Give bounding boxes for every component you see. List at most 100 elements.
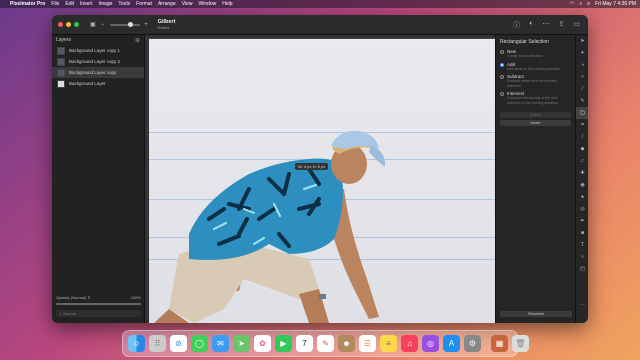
- system-preferences-icon[interactable]: ⚙: [464, 335, 481, 352]
- zoom-tool-icon[interactable]: ⌕: [576, 251, 588, 263]
- menu-file[interactable]: File: [51, 1, 59, 7]
- radio-new[interactable]: [500, 50, 504, 54]
- launchpad-icon[interactable]: ⠿: [149, 335, 166, 352]
- dock: ☺ ⠿ ⊘ ◯ ✉ ➤ ✿ ▶ 7 ✎ ☻ ☰ ≡ ♫ ◎ A ⚙ ▦ 🗑: [122, 330, 529, 357]
- menu-window[interactable]: Window: [198, 1, 216, 7]
- tool-title: Rectangular Selection: [500, 39, 549, 45]
- wifi-icon[interactable]: ◠: [570, 1, 574, 7]
- ml-enhance-icon[interactable]: ◐: [529, 20, 533, 30]
- photos-icon[interactable]: ✿: [254, 335, 271, 352]
- notes-icon[interactable]: ≡: [380, 335, 397, 352]
- fill-tool-icon[interactable]: ◆: [576, 143, 588, 155]
- selection-mode-intersect[interactable]: Intersect Constrain the bounds of the new…: [500, 91, 571, 105]
- music-icon[interactable]: ♫: [401, 335, 418, 352]
- finder-icon[interactable]: ☺: [128, 335, 145, 352]
- menu-format[interactable]: Format: [136, 1, 152, 7]
- menu-insert[interactable]: Insert: [80, 1, 93, 7]
- color-adjust-icon[interactable]: ◑: [576, 59, 588, 71]
- share-icon[interactable]: ⇪: [559, 20, 565, 30]
- menu-app-name[interactable]: Pixelmator Pro: [10, 1, 45, 7]
- messages-icon[interactable]: ◯: [191, 335, 208, 352]
- layer-item[interactable]: Background Layer copy 1: [52, 45, 144, 56]
- brush-tool-icon[interactable]: /: [576, 131, 588, 143]
- zoom-out-icon[interactable]: −: [101, 22, 105, 28]
- selection-mode-subtract[interactable]: Subtract Subtract areas from the existing…: [500, 74, 571, 88]
- invert-button[interactable]: Invert: [500, 120, 571, 126]
- slice-tool-icon[interactable]: ◰: [576, 263, 588, 275]
- tool-options-panel: Rectangular Selection New Create a new se…: [495, 35, 575, 323]
- layer-thumbnail: [57, 46, 65, 55]
- safari-icon[interactable]: ⊘: [170, 335, 187, 352]
- canvas-area[interactable]: W: 4 px H: 0 px: [145, 35, 495, 323]
- search-icon[interactable]: ⌕: [579, 1, 582, 7]
- selection-mode-add[interactable]: Add Add areas to the existing selection: [500, 62, 571, 72]
- trash-icon[interactable]: 🗑: [512, 335, 529, 352]
- sharpen-tool-icon[interactable]: ◎: [576, 203, 588, 215]
- app-store-icon[interactable]: A: [443, 335, 460, 352]
- layers-search-input[interactable]: ⌕ Search: [56, 310, 141, 317]
- rectangular-select-icon[interactable]: ▢: [576, 107, 588, 119]
- type-tool-icon[interactable]: T: [576, 239, 588, 251]
- clone-tool-icon[interactable]: ◉: [576, 179, 588, 191]
- crop-tool-icon[interactable]: ⌗: [576, 119, 588, 131]
- menu-image[interactable]: Image: [99, 1, 113, 7]
- eraser-tool-icon[interactable]: ▱: [576, 155, 588, 167]
- paint-tool-icon[interactable]: ✎: [576, 95, 588, 107]
- zoom-slider[interactable]: [110, 21, 141, 27]
- layers-title: Layers: [56, 37, 72, 43]
- minimize-button[interactable]: [66, 22, 71, 27]
- contacts-icon[interactable]: ☻: [338, 335, 355, 352]
- menu-view[interactable]: View: [182, 1, 193, 7]
- export-icon[interactable]: ▭: [573, 20, 580, 30]
- retouch-tool-icon[interactable]: ✚: [576, 167, 588, 179]
- add-layer-icon[interactable]: ⊕: [135, 37, 140, 44]
- eyedropper-icon[interactable]: ⁄: [576, 83, 588, 95]
- downloads-folder-icon[interactable]: ▦: [491, 335, 508, 352]
- document-name: Gilbert: [157, 18, 176, 25]
- calendar-icon[interactable]: 7: [296, 335, 313, 352]
- opacity-value[interactable]: 100%: [131, 295, 141, 300]
- radio-add[interactable]: [500, 62, 504, 67]
- selection-mode-new[interactable]: New Create a new selection: [500, 49, 571, 59]
- arrange-tool-icon[interactable]: ➤: [576, 35, 588, 47]
- reminders-icon[interactable]: ☰: [359, 335, 376, 352]
- menu-edit[interactable]: Edit: [65, 1, 74, 7]
- more-tools-icon[interactable]: ⋯: [576, 299, 588, 311]
- document-state: Edited: [157, 24, 170, 30]
- layers-header: Layers ⊕: [52, 35, 144, 45]
- radio-subtract[interactable]: [500, 75, 504, 79]
- blend-mode-select[interactable]: Opacity (Normal) ⇕: [56, 295, 91, 300]
- pen-tool-icon[interactable]: ✒: [576, 215, 588, 227]
- document-title: Gilbert Edited: [158, 19, 176, 31]
- close-button[interactable]: [58, 22, 63, 27]
- zoom-button[interactable]: [74, 22, 79, 27]
- clock[interactable]: Fri May 7 4:36 PM: [595, 1, 636, 7]
- opacity-slider[interactable]: [56, 303, 141, 305]
- pixelmator-pro-icon[interactable]: ✎: [317, 335, 334, 352]
- podcasts-icon[interactable]: ◎: [422, 335, 439, 352]
- style-tool-icon[interactable]: ✦: [576, 47, 588, 59]
- layer-item[interactable]: Background Layer copy 2: [52, 56, 144, 67]
- control-center-icon[interactable]: ≡: [587, 1, 590, 7]
- maps-icon[interactable]: ➤: [233, 335, 250, 352]
- zoom-in-icon[interactable]: +: [144, 22, 148, 28]
- radio-intersect[interactable]: [500, 92, 504, 96]
- menu-tools[interactable]: Tools: [118, 1, 130, 7]
- sidebar-toggle-icon[interactable]: ▣: [90, 21, 96, 28]
- mail-icon[interactable]: ✉: [212, 335, 229, 352]
- title-bar: ▣ − + Gilbert Edited ⓘ ◐ ⋯ ⇪ ▭: [52, 15, 588, 35]
- blur-tool-icon[interactable]: ●: [576, 191, 588, 203]
- effects-tool-icon[interactable]: ✧: [576, 71, 588, 83]
- shape-tool-icon[interactable]: ■: [576, 227, 588, 239]
- reselect-button[interactable]: Reselect: [500, 311, 572, 317]
- menu-arrange[interactable]: Arrange: [158, 1, 176, 7]
- info-icon[interactable]: ⓘ: [513, 20, 520, 30]
- layer-item[interactable]: Background Layer: [52, 78, 144, 89]
- layer-item-selected[interactable]: Background Layer copy: [52, 67, 144, 78]
- menu-help[interactable]: Help: [222, 1, 232, 7]
- facetime-icon[interactable]: ▶: [275, 335, 292, 352]
- more-icon[interactable]: ⋯: [543, 20, 550, 30]
- refine-button[interactable]: Refine: [500, 112, 571, 118]
- option-description: Constrain the bounds of the new selectio…: [507, 96, 559, 105]
- image-canvas[interactable]: [149, 39, 495, 323]
